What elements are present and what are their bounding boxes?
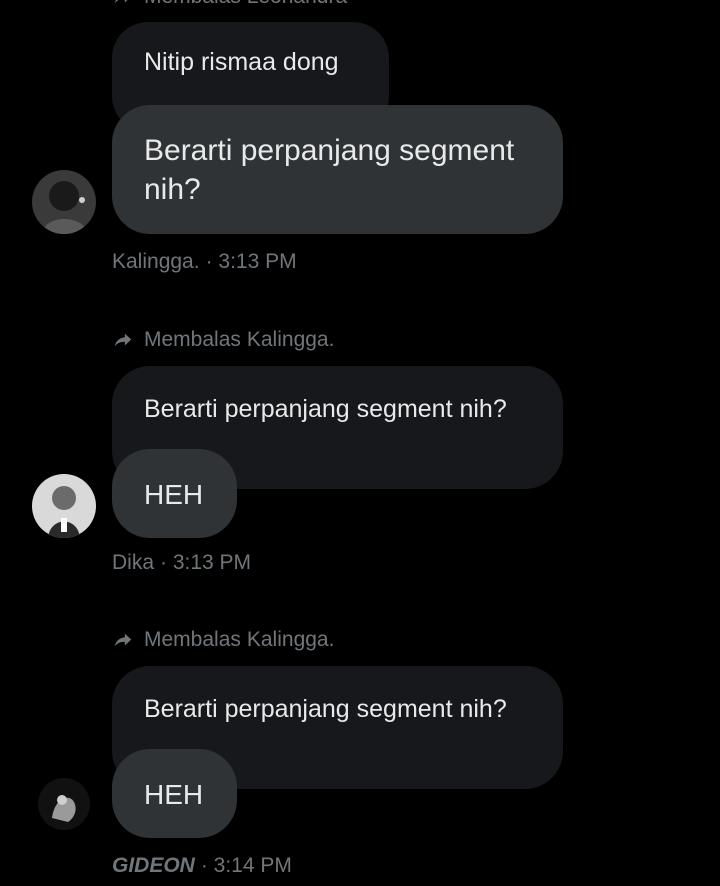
- quoted-message-text: Berarti perpanjang segment nih?: [144, 395, 507, 423]
- message-text-line-1: Berarti perpanjang segment: [144, 134, 515, 167]
- quoted-message-text: Nitip rismaa dong: [144, 48, 339, 76]
- timestamp: · 3:13 PM: [205, 250, 297, 273]
- reply-indicator-top: Membalas Leonandra: [112, 0, 347, 12]
- reply-arrow-icon: [114, 0, 128, 4]
- message-text: HEH: [144, 779, 204, 810]
- message-meta: GIDEON · 3:14 PM: [112, 851, 292, 881]
- reply-indicator: Membalas Kalingga.: [112, 625, 334, 655]
- avatar-gideon[interactable]: [38, 778, 90, 830]
- message-meta: Kalingga. · 3:13 PM: [112, 247, 297, 277]
- message-bubble[interactable]: Berarti perpanjang segment nih?: [112, 105, 563, 234]
- author-name[interactable]: Kalingga.: [112, 250, 200, 274]
- reply-indicator: Membalas Kalingga.: [112, 325, 334, 355]
- timestamp: · 3:13 PM: [160, 551, 252, 574]
- author-name[interactable]: GIDEON: [112, 854, 195, 878]
- author-name[interactable]: Dika: [112, 551, 154, 575]
- reply-label: Membalas Leonandra: [144, 0, 347, 9]
- reply-prefix: Membalas: [144, 328, 241, 351]
- quoted-message-text: Berarti perpanjang segment nih?: [144, 695, 507, 723]
- timestamp: · 3:14 PM: [200, 854, 292, 877]
- avatar-kalingga[interactable]: [32, 170, 96, 234]
- reply-arrow-icon: [114, 633, 132, 647]
- message-text: HEH: [144, 479, 204, 510]
- message-meta: Dika · 3:13 PM: [112, 548, 251, 578]
- message-text-line-2: nih?: [144, 173, 201, 206]
- reply-to-name: Kalingga.: [246, 628, 335, 651]
- reply-prefix: Membalas: [144, 628, 241, 651]
- reply-to-name: Kalingga.: [246, 328, 335, 351]
- message-bubble[interactable]: HEH: [112, 749, 237, 838]
- reply-arrow-icon: [114, 333, 132, 347]
- message-bubble[interactable]: HEH: [112, 449, 237, 538]
- avatar-dika[interactable]: [32, 474, 96, 538]
